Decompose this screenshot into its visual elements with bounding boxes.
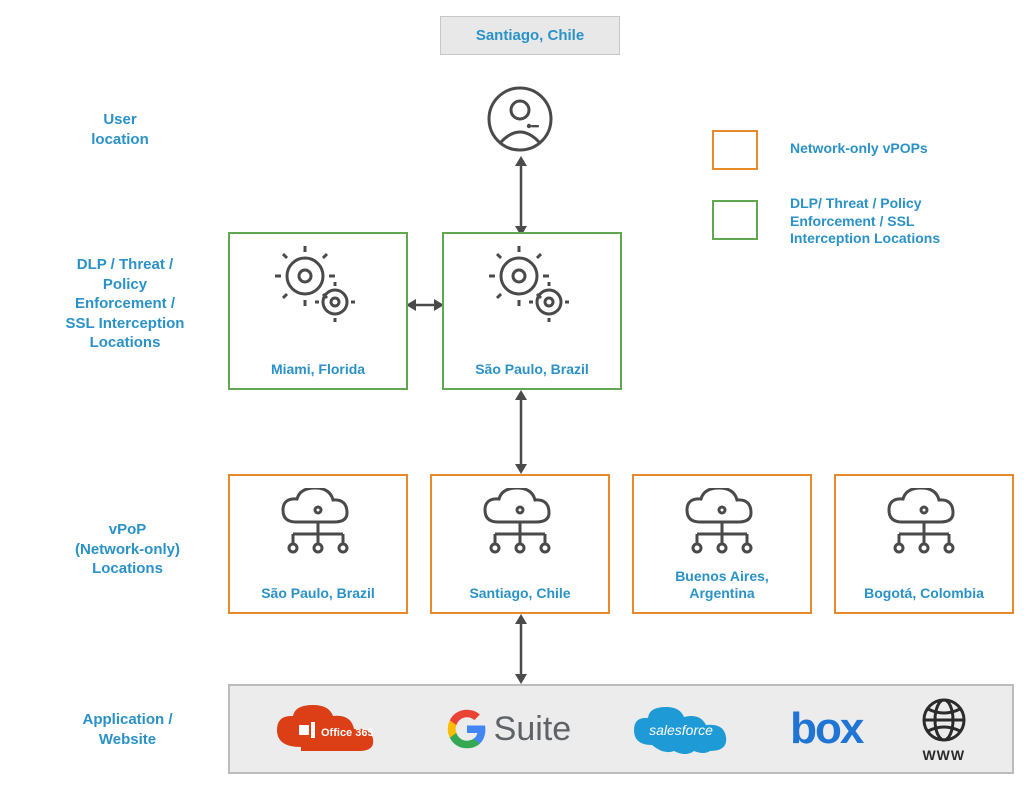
cloud-network-icon	[230, 488, 406, 558]
applications-strip: Office 365 Suite salesforce box	[228, 684, 1014, 774]
legend-swatch-policy	[712, 200, 758, 240]
policy-pop-label: Miami, Florida	[230, 361, 406, 378]
globe-icon	[917, 695, 971, 745]
vpop-label: Buenos Aires,Argentina	[634, 568, 810, 602]
vpop-santiago: Santiago, Chile	[430, 474, 610, 614]
svg-text:Office 365: Office 365	[321, 727, 374, 739]
vpop-label: Santiago, Chile	[432, 585, 608, 602]
vpop-sao-paulo: São Paulo, Brazil	[228, 474, 408, 614]
app-office365: Office 365	[271, 699, 391, 759]
svg-text:salesforce: salesforce	[649, 722, 713, 738]
gears-icon	[230, 246, 406, 326]
arrow-policy-to-vpop	[510, 390, 532, 474]
gears-icon	[444, 246, 620, 326]
salesforce-icon: salesforce	[626, 699, 736, 759]
row-label-apps: Application /Website	[55, 710, 200, 749]
www-text: WWW	[922, 747, 965, 763]
user-location-box: Santiago, Chile	[440, 16, 620, 55]
legend-text-policy: DLP/ Threat / PolicyEnforcement / SSLInt…	[790, 195, 1010, 248]
row-label-policy: DLP / Threat /PolicyEnforcement /SSL Int…	[50, 255, 200, 353]
google-g-icon	[446, 708, 488, 750]
user-icon	[485, 84, 555, 154]
vpop-label: Bogotá, Colombia	[836, 585, 1012, 602]
arrow-miami-saopaulo	[406, 294, 444, 316]
vpop-buenos-aires: Buenos Aires,Argentina	[632, 474, 812, 614]
row-label-vpop: vPoP(Network-only)Locations	[55, 520, 200, 579]
vpop-bogota: Bogotá, Colombia	[834, 474, 1014, 614]
app-box: box	[790, 704, 862, 754]
app-salesforce: salesforce	[626, 699, 736, 759]
policy-pop-sao-paulo: São Paulo, Brazil	[442, 232, 622, 390]
arrow-user-to-policy	[510, 156, 532, 236]
vpop-label: São Paulo, Brazil	[230, 585, 406, 602]
legend-text-network-only: Network-only vPOPs	[790, 140, 1000, 158]
office365-icon: Office 365	[271, 699, 391, 759]
cloud-network-icon	[432, 488, 608, 558]
box-text: box	[790, 704, 862, 754]
row-label-user: Userlocation	[60, 110, 180, 149]
cloud-network-icon	[836, 488, 1012, 558]
gsuite-text: Suite	[494, 710, 572, 749]
policy-pop-label: São Paulo, Brazil	[444, 361, 620, 378]
app-gsuite: Suite	[446, 708, 572, 750]
legend-swatch-network-only	[712, 130, 758, 170]
diagram-canvas: Userlocation DLP / Threat /PolicyEnforce…	[0, 0, 1024, 797]
policy-pop-miami: Miami, Florida	[228, 232, 408, 390]
arrow-vpop-to-apps	[510, 614, 532, 684]
app-www: WWW	[917, 695, 971, 763]
cloud-network-icon	[634, 488, 810, 558]
